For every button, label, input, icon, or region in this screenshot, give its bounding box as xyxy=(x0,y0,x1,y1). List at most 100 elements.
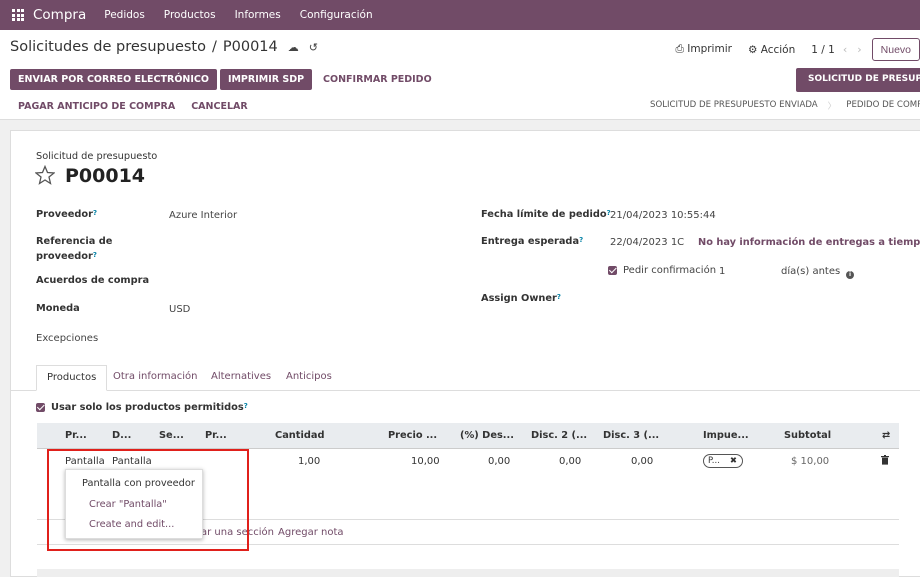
col-disc3[interactable]: Disc. 3 (... xyxy=(603,430,659,441)
col-discount[interactable]: (%) Des... xyxy=(460,430,514,441)
trash-icon[interactable] xyxy=(881,455,889,465)
tax-tag[interactable]: P... ✖ xyxy=(703,454,743,468)
vendor-ref-label-text: proveedor xyxy=(36,251,93,262)
subtotal-value: $ 10,00 xyxy=(791,456,830,467)
action-label: Acción xyxy=(760,43,796,56)
new-button[interactable]: Nuevo xyxy=(871,38,920,61)
breadcrumb: Solicitudes de presupuesto / P00014 ☁ ↺ xyxy=(10,39,318,55)
exceptions-label: Excepciones xyxy=(36,333,99,344)
expected-label-text: Entrega esperada xyxy=(481,236,580,247)
menu-productos[interactable]: Productos xyxy=(164,9,216,21)
only-products-checkbox[interactable] xyxy=(36,402,45,412)
expected-date-field[interactable]: 22/04/2023 1C xyxy=(610,237,684,248)
record-name: P00014 xyxy=(65,165,146,187)
tab-alternatives[interactable]: Alternatives xyxy=(201,365,281,391)
pager-value[interactable]: 1 / 1 xyxy=(811,44,835,56)
cloud-save-icon[interactable]: ☁ xyxy=(288,41,299,54)
help-icon: ? xyxy=(243,402,248,410)
help-icon: ? xyxy=(556,293,561,301)
col-price[interactable]: Precio ... xyxy=(388,430,437,441)
status-rfq-active[interactable]: SOLICITUD DE PRESUPUESTO xyxy=(796,68,920,92)
col-section[interactable]: Se... xyxy=(159,430,184,441)
col-taxes[interactable]: Impue... xyxy=(703,430,749,441)
notebook-tabs: Productos Otra información Alternatives … xyxy=(11,365,920,391)
agreements-field[interactable] xyxy=(169,273,429,293)
status-bar: SOLICITUD DE PRESUPUESTO ENVIADA 〉 PEDID… xyxy=(640,96,920,116)
pager-prev-icon[interactable]: ‹ xyxy=(843,43,847,56)
tag-remove-icon[interactable]: ✖ xyxy=(730,456,737,466)
disc3-input[interactable]: 0,00 xyxy=(631,456,653,467)
quantity-input[interactable]: 1,00 xyxy=(298,456,320,467)
vendor-field[interactable]: Azure Interior xyxy=(169,210,237,221)
action-menu[interactable]: ⚙ Acción xyxy=(748,44,795,56)
assign-owner-field[interactable] xyxy=(610,291,900,311)
header-buttons-row2: PAGAR ANTICIPO DE COMPRA CANCELAR xyxy=(10,96,256,117)
breadcrumb-current: P00014 xyxy=(222,39,278,55)
help-icon: ? xyxy=(93,209,98,217)
control-panel-right: ⎙ Imprimir ⚙ Acción 1 / 1 ‹ › Nuevo xyxy=(676,38,920,61)
gear-icon: ⚙ xyxy=(747,43,758,56)
tab-productos[interactable]: Productos xyxy=(36,365,108,391)
column-settings-icon[interactable]: ⇄ xyxy=(882,430,890,441)
cancel-button[interactable]: CANCELAR xyxy=(183,96,255,117)
menu-informes[interactable]: Informes xyxy=(235,9,281,21)
control-panel: Solicitudes de presupuesto / P00014 ☁ ↺ … xyxy=(0,30,920,120)
deadline-label: Fecha límite de pedido? xyxy=(481,209,611,220)
send-email-button[interactable]: ENVIAR POR CORREO ELECTRÓNICO xyxy=(10,69,217,90)
disc2-input[interactable]: 0,00 xyxy=(559,456,581,467)
ask-confirm-checkbox[interactable] xyxy=(608,265,617,275)
highlight-box xyxy=(47,449,249,551)
footer-strip xyxy=(37,569,899,577)
currency-field[interactable]: USD xyxy=(169,304,190,315)
add-note-link[interactable]: Agregar nota xyxy=(278,527,344,538)
col-product[interactable]: Pr... xyxy=(65,430,87,441)
ask-confirm-days-input[interactable]: 1 xyxy=(719,266,725,277)
no-delivery-info-link[interactable]: No hay información de entregas a tiempo xyxy=(698,237,920,248)
ask-confirm-label: Pedir confirmación xyxy=(623,265,717,276)
deadline-label-text: Fecha límite de pedido xyxy=(481,209,607,220)
deadline-field[interactable]: 21/04/2023 10:55:44 xyxy=(610,210,716,221)
print-label: Imprimir xyxy=(687,43,732,55)
status-chevron-icon: 〉 xyxy=(827,102,837,112)
printer-icon: ⎙ xyxy=(675,43,684,55)
col-disc2[interactable]: Disc. 2 (... xyxy=(531,430,587,441)
form-sheet: Solicitud de presupuesto P00014 Proveedo… xyxy=(10,130,920,577)
pager-next-icon[interactable]: › xyxy=(857,43,861,56)
col-description[interactable]: D... xyxy=(112,430,131,441)
price-input[interactable]: 10,00 xyxy=(411,456,440,467)
col-subtotal[interactable]: Subtotal xyxy=(784,430,831,441)
app-brand[interactable]: Compra xyxy=(33,7,86,23)
breadcrumb-parent[interactable]: Solicitudes de presupuesto xyxy=(10,39,206,55)
menu-configuracion[interactable]: Configuración xyxy=(300,9,373,21)
help-icon: ? xyxy=(92,251,97,259)
info-icon-glyph: i xyxy=(846,271,854,279)
apps-menu-icon[interactable] xyxy=(12,9,24,21)
only-products-row: Usar solo los productos permitidos? xyxy=(36,402,248,413)
discount-input[interactable]: 0,00 xyxy=(488,456,510,467)
currency-label: Moneda xyxy=(36,303,80,314)
only-products-label: Usar solo los productos permitidos xyxy=(51,402,244,413)
vendor-ref-label-2: proveedor? xyxy=(36,251,97,262)
info-icon[interactable]: i xyxy=(846,267,854,279)
tab-anticipos[interactable]: Anticipos xyxy=(276,365,342,391)
col-pr[interactable]: Pr... xyxy=(205,430,227,441)
ask-confirm-row: Pedir confirmación xyxy=(608,265,716,276)
confirm-order-button[interactable]: CONFIRMAR PEDIDO xyxy=(315,69,440,90)
pay-advance-button[interactable]: PAGAR ANTICIPO DE COMPRA xyxy=(10,96,183,117)
print-rfq-button[interactable]: IMPRIMIR SDP xyxy=(219,69,313,90)
status-order[interactable]: PEDIDO DE COMPRA xyxy=(836,96,920,116)
lines-table-header: Pr... D... Se... Pr... Cantidad Precio .… xyxy=(37,423,899,449)
assign-owner-text: Assign Owner xyxy=(481,293,557,304)
vendor-label-text: Proveedor xyxy=(36,209,93,220)
star-icon[interactable] xyxy=(35,165,55,185)
header-buttons: ENVIAR POR CORREO ELECTRÓNICO IMPRIMIR S… xyxy=(10,69,440,90)
col-quantity[interactable]: Cantidad xyxy=(275,430,324,441)
discard-icon[interactable]: ↺ xyxy=(309,41,318,54)
vendor-ref-field[interactable] xyxy=(169,235,429,255)
vendor-label: Proveedor? xyxy=(36,209,97,220)
menu-pedidos[interactable]: Pedidos xyxy=(104,9,145,21)
agreements-label: Acuerdos de compra xyxy=(36,275,150,286)
status-sent[interactable]: SOLICITUD DE PRESUPUESTO ENVIADA xyxy=(640,96,828,116)
print-menu[interactable]: ⎙ Imprimir xyxy=(676,43,732,56)
tab-otra-informacion[interactable]: Otra información xyxy=(103,365,208,391)
